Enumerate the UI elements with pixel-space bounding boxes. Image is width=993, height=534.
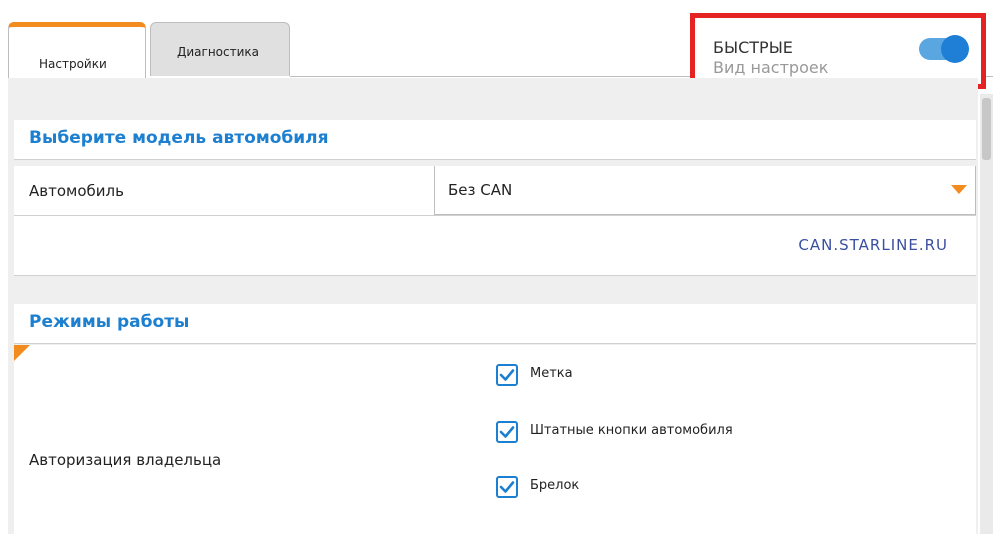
- toggle-knob: [941, 35, 969, 63]
- car-label: Автомобиль: [29, 182, 124, 200]
- settings-view-subtitle: Вид настроек: [713, 58, 829, 77]
- vertical-scrollbar[interactable]: [980, 94, 993, 534]
- checkbox-keyfob-label: Брелок: [530, 478, 580, 493]
- car-model-select[interactable]: Без CAN: [434, 166, 976, 215]
- car-model-section-title: Выберите модель автомобиля: [29, 128, 329, 148]
- tab-settings[interactable]: Настройки: [8, 22, 146, 78]
- can-link-row: CAN.STARLINE.RU: [14, 216, 976, 276]
- settings-view-title: БЫСТРЫЕ: [713, 38, 793, 57]
- chevron-down-icon: [951, 185, 967, 194]
- modified-marker: [14, 345, 30, 361]
- car-model-section-header: Выберите модель автомобиля: [14, 120, 976, 160]
- tab-diagnostics-label: Диагностика: [177, 45, 260, 59]
- can-starline-link[interactable]: CAN.STARLINE.RU: [798, 236, 948, 254]
- modes-section-header: Режимы работы: [14, 304, 976, 344]
- car-model-value: Без CAN: [448, 181, 513, 199]
- tab-settings-label: Настройки: [39, 57, 107, 71]
- check-icon: [499, 426, 515, 438]
- checkbox-keyfob-box[interactable]: [496, 476, 518, 498]
- scrollbar-thumb[interactable]: [982, 98, 991, 160]
- tab-diagnostics[interactable]: Диагностика: [150, 22, 290, 76]
- owner-auth-label: Авторизация владельца: [29, 451, 222, 469]
- checkbox-tag-label: Метка: [530, 366, 573, 381]
- checkbox-tag-box[interactable]: [496, 364, 518, 386]
- modes-section-title: Режимы работы: [29, 312, 190, 332]
- checkbox-car-buttons-label: Штатные кнопки автомобиля: [530, 423, 733, 438]
- check-icon: [499, 481, 515, 493]
- owner-auth-row: Авторизация владельца: [14, 345, 976, 534]
- car-row: Автомобиль Без CAN: [14, 166, 976, 216]
- checkbox-car-buttons-box[interactable]: [496, 421, 518, 443]
- check-icon: [499, 369, 515, 381]
- settings-view-toggle[interactable]: [919, 35, 969, 63]
